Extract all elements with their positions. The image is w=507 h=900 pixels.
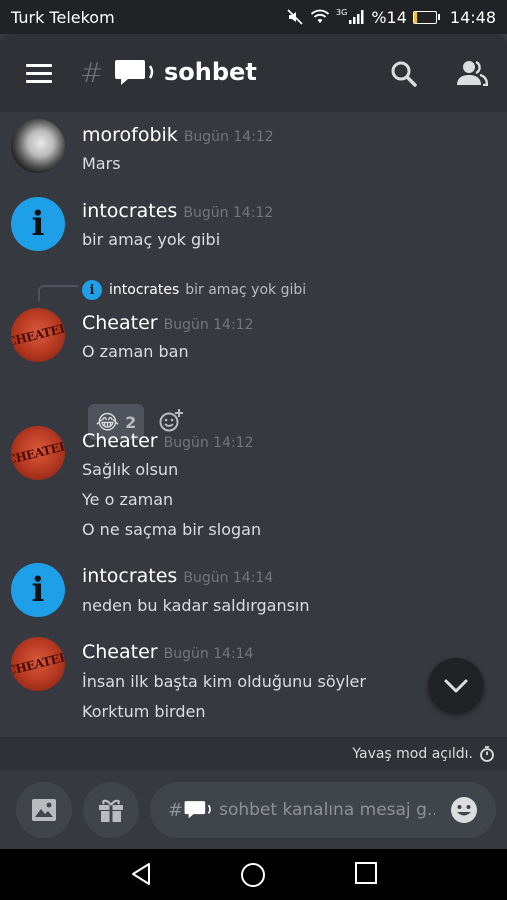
recents-icon[interactable] [355, 862, 377, 884]
reply-connector [38, 285, 78, 301]
network-type: 3G [336, 7, 348, 17]
avatar[interactable]: CHEATER [11, 308, 65, 362]
battery-percent: %14 [371, 7, 407, 27]
avatar[interactable]: CHEATER [11, 426, 65, 480]
slowmode-text: Yavaş mod açıldı. [352, 745, 473, 762]
status-icons: 3G %14 14:48 [286, 8, 496, 27]
message-header: intocrates Bugün 14:14 [82, 565, 273, 587]
username[interactable]: Cheater [82, 312, 158, 334]
timestamp: Bugün 14:12 [163, 435, 254, 451]
channel-header: # sohbet [0, 34, 507, 112]
timestamp: Bugün 14:14 [183, 570, 274, 586]
avatar[interactable]: CHEATER [11, 637, 65, 691]
username[interactable]: Cheater [82, 430, 158, 452]
battery-icon [412, 10, 440, 24]
reply-username: intocrates [109, 282, 180, 298]
reply-avatar: i [82, 280, 102, 300]
timestamp: Bugün 14:14 [163, 646, 254, 662]
message-header: Cheater Bugün 14:14 [82, 641, 254, 663]
username[interactable]: intocrates [82, 565, 177, 587]
reply-avatar-letter: i [89, 282, 95, 298]
channel-title: sohbet [164, 58, 257, 86]
message-header: Cheater Bugün 14:12 [82, 430, 254, 452]
message-text: Ye o zaman [82, 490, 174, 509]
chevron-down-icon [444, 679, 468, 693]
timestamp: Bugün 14:12 [183, 129, 274, 145]
gift-button[interactable] [83, 782, 139, 838]
composer: # sohbet kanalına mesaj g... [0, 770, 507, 849]
message-text: İnsan ilk başta kim olduğunu söyler [82, 672, 366, 691]
message-input[interactable]: # sohbet kanalına mesaj g... [150, 782, 496, 838]
message-header: intocrates Bugün 14:12 [82, 200, 273, 222]
message-header: Cheater Bugün 14:12 [82, 312, 254, 334]
back-icon[interactable] [129, 862, 153, 886]
avatar-letter: i [31, 204, 45, 244]
avatar-stamp-text: CHEATER [11, 438, 65, 468]
status-bar: Turk Telekom 3G %14 14:48 [0, 0, 507, 34]
image-icon [32, 799, 56, 821]
username[interactable]: Cheater [82, 641, 158, 663]
username[interactable]: intocrates [82, 200, 177, 222]
emoji-icon[interactable] [450, 796, 478, 824]
signal-icon [349, 10, 364, 24]
mute-icon [287, 9, 303, 25]
message-text: neden bu kadar saldırgansın [82, 596, 310, 615]
message-text: Korktum birden [82, 702, 206, 721]
message-text: Sağlık olsun [82, 460, 179, 479]
avatar[interactable]: i [11, 563, 65, 617]
carrier-name: Turk Telekom [11, 7, 115, 27]
timestamp: Bugün 14:12 [163, 317, 254, 333]
menu-icon[interactable] [26, 64, 52, 84]
avatar-stamp-text: CHEATER [11, 320, 65, 350]
speech-bubble-icon [184, 801, 211, 819]
message-input-placeholder: sohbet kanalına mesaj g... [219, 800, 436, 820]
message-text: Mars [82, 154, 121, 173]
stopwatch-icon [480, 745, 494, 762]
reply-reference[interactable]: i intocrates bir amaç yok gibi [82, 280, 306, 300]
channel-hash: # [80, 56, 104, 89]
avatar-letter: i [31, 570, 45, 610]
gift-icon [99, 799, 123, 822]
android-nav-bar [0, 849, 507, 900]
message-text: O ne saçma bir slogan [82, 520, 262, 539]
image-upload-button[interactable] [16, 782, 72, 838]
placeholder-hash: # [168, 799, 184, 821]
reaction-count: 2 [125, 412, 137, 432]
reply-text: bir amaç yok gibi [185, 282, 307, 298]
slowmode-bar: Yavaş mod açıldı. [0, 737, 507, 770]
app-frame: # sohbet morofobik Bugün 14:12 Mars i in… [0, 34, 507, 849]
scroll-to-bottom-button[interactable] [428, 658, 484, 714]
message-header: morofobik Bugün 14:12 [82, 124, 274, 146]
speech-bubble-icon [115, 60, 154, 85]
username[interactable]: morofobik [82, 124, 178, 146]
avatar-stamp-text: CHEATER [11, 649, 65, 679]
avatar[interactable]: i [11, 197, 65, 251]
message-text: O zaman ban [82, 342, 189, 361]
clock: 14:48 [449, 7, 496, 27]
message-list[interactable]: morofobik Bugün 14:12 Mars i intocrates … [0, 112, 507, 737]
timestamp: Bugün 14:12 [183, 205, 274, 221]
home-icon[interactable] [240, 862, 266, 888]
message-text: bir amaç yok gibi [82, 230, 221, 249]
avatar[interactable] [11, 119, 65, 173]
search-icon[interactable] [390, 60, 418, 88]
members-icon[interactable] [456, 60, 488, 86]
wifi-icon [310, 9, 330, 23]
